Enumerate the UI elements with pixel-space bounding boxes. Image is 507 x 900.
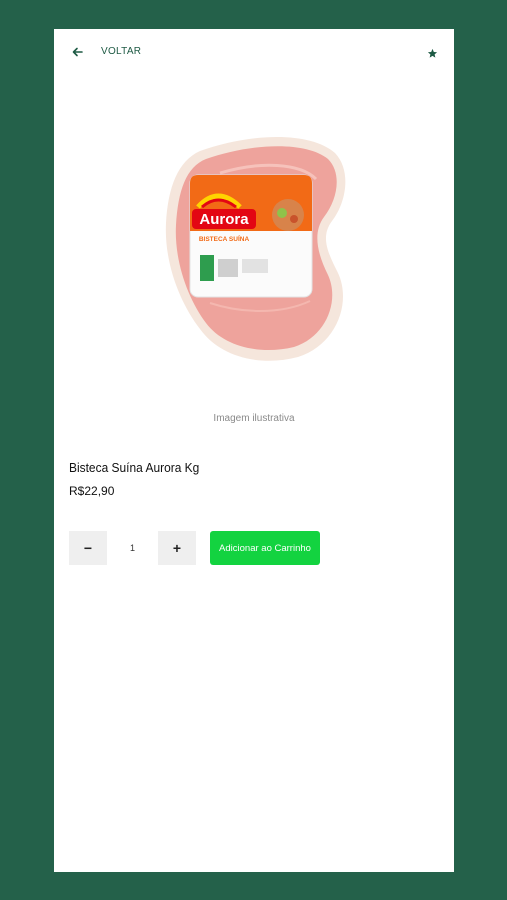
package-label: Aurora BISTECA SUÍNA xyxy=(189,174,313,298)
back-button[interactable]: VOLTAR xyxy=(72,46,141,57)
subtitle-text: BISTECA SUÍNA xyxy=(199,234,250,243)
brand-text: Aurora xyxy=(199,211,249,228)
favorite-button[interactable] xyxy=(427,46,438,64)
top-bar: VOLTAR xyxy=(54,29,454,79)
product-image: Aurora BISTECA SUÍNA xyxy=(160,133,350,365)
product-price: R$22,90 xyxy=(69,484,115,498)
arrow-left-icon xyxy=(72,47,83,57)
back-label: VOLTAR xyxy=(101,46,142,57)
product-card: VOLTAR Aurora BISTECA SUÍNA Imagem ilust… xyxy=(54,29,454,872)
increment-button[interactable]: + xyxy=(158,531,196,565)
add-to-cart-button[interactable]: Adicionar ao Carrinho xyxy=(210,531,320,565)
quantity-stepper: − 1 + xyxy=(69,531,196,565)
decrement-button[interactable]: − xyxy=(69,531,107,565)
product-name: Bisteca Suína Aurora Kg xyxy=(69,460,200,475)
image-caption: Imagem ilustrativa xyxy=(213,413,295,424)
star-icon xyxy=(427,46,438,63)
quantity-value[interactable]: 1 xyxy=(107,531,158,565)
